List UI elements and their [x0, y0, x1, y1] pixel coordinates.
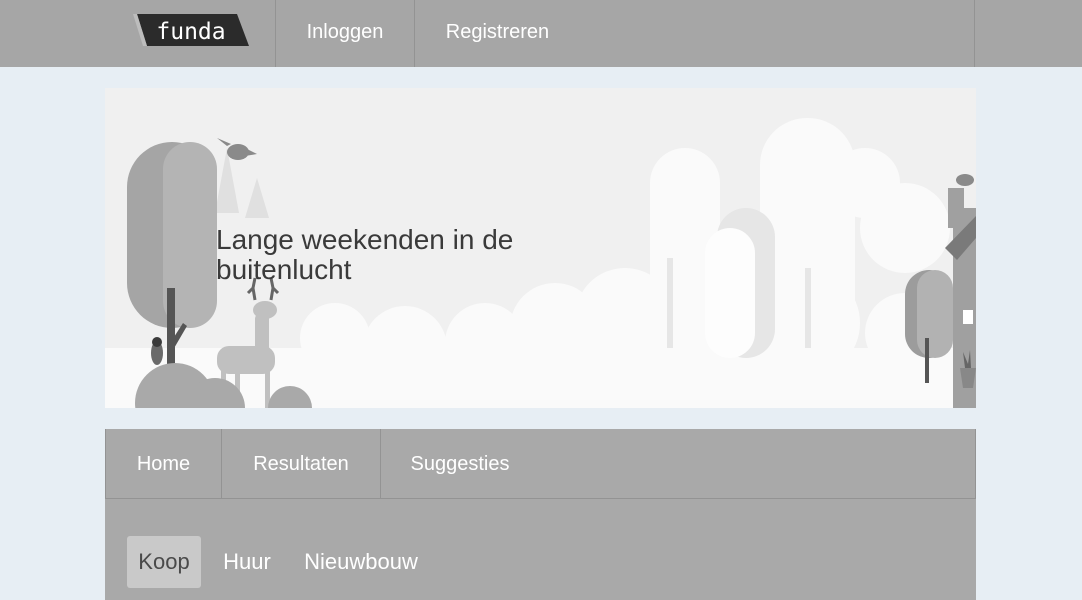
top-navigation-bar: funda Inloggen Registreren	[0, 0, 1082, 67]
search-panel: Home Resultaten Suggesties Koop Huur Nie…	[105, 429, 976, 600]
register-link[interactable]: Registreren	[415, 0, 580, 67]
topbar-divider	[974, 0, 975, 67]
login-link[interactable]: Inloggen	[276, 0, 415, 67]
nav-results[interactable]: Resultaten	[222, 429, 381, 499]
logo-link[interactable]: funda	[105, 0, 276, 67]
tab-nieuwbouw[interactable]: Nieuwbouw	[297, 536, 425, 588]
hero-title: Lange weekenden in de buitenlucht	[216, 224, 514, 285]
logo-text: funda	[156, 19, 225, 45]
nav-home[interactable]: Home	[106, 429, 222, 499]
funda-logo: funda	[133, 14, 249, 46]
hero-banner: Lange weekenden in de buitenlucht	[105, 88, 976, 408]
tab-koop[interactable]: Koop	[127, 536, 201, 588]
nav-suggestions[interactable]: Suggesties	[381, 429, 539, 499]
tab-huur[interactable]: Huur	[215, 536, 279, 588]
main-navigation: Home Resultaten Suggesties	[105, 429, 976, 499]
